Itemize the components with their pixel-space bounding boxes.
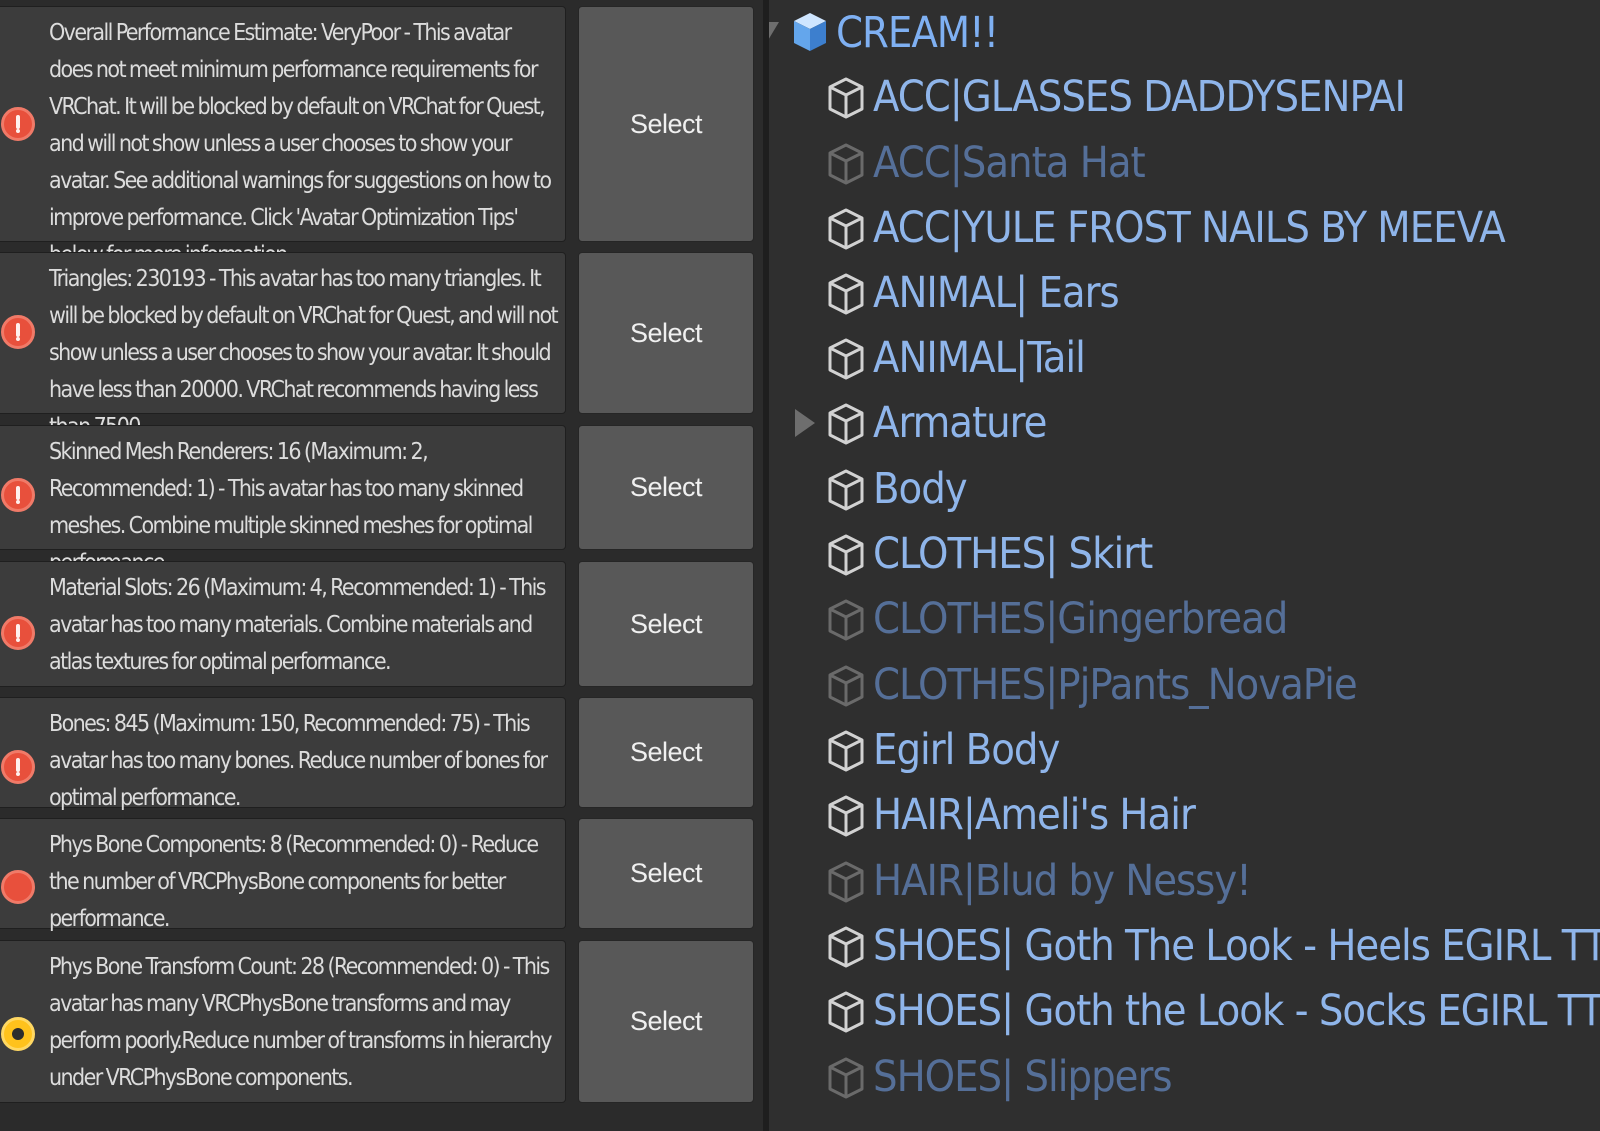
hierarchy-item[interactable]: ACC|Santa Hat [769,132,1600,196]
hierarchy-item[interactable]: HAIR|Ameli's Hair [769,784,1600,848]
validation-row: Material Slots: 26 (Maximum: 4, Recommen… [0,561,766,687]
hierarchy-item-label: ANIMAL|Tail [873,333,1086,383]
validation-text: Phys Bone Components: 8 (Recommended: 0)… [49,832,539,932]
gameobject-cube-icon [828,599,864,641]
hierarchy-item[interactable]: SHOES| Goth the Look - Socks EGIRL TTW [769,980,1600,1044]
hierarchy-item[interactable]: ACC|GLASSES DADDYSENPAI [769,66,1600,130]
select-button[interactable]: Select [578,252,754,414]
select-button[interactable]: Select [578,6,754,242]
hierarchy-item-label: ACC|GLASSES DADDYSENPAI [873,72,1406,122]
validation-message-box: Phys Bone Components: 8 (Recommended: 0)… [0,818,566,932]
hierarchy-panel: CREAM!! ACC|GLASSES DADDYSENPAI ACC|Santa … [769,0,1600,1131]
validation-message-box: Triangles: 230193 - This avatar has too … [0,252,566,440]
validation-text: Overall Performance Estimate: VeryPoor -… [49,20,552,268]
validation-message-box: Overall Performance Estimate: VeryPoor -… [0,6,566,268]
gameobject-cube-icon [828,861,864,903]
hierarchy-item-label: Body [873,464,968,514]
hierarchy-item-label: CLOTHES|Gingerbread [873,594,1288,644]
validation-message-box: Material Slots: 26 (Maximum: 4, Recommen… [0,561,566,687]
hierarchy-item-label: SHOES| Slippers [873,1052,1172,1102]
gameobject-cube-icon [828,403,864,445]
prefab-cube-icon [794,13,826,51]
hierarchy-item[interactable]: CLOTHES|Gingerbread [769,588,1600,652]
hierarchy-item-label: Armature [873,398,1047,448]
validation-row: Bones: 845 (Maximum: 150, Recommended: 7… [0,697,766,811]
hierarchy-item-label: ACC|YULE FROST NAILS BY MEEVA [873,203,1506,253]
gameobject-cube-icon [828,665,864,707]
validation-row: Overall Performance Estimate: VeryPoor -… [0,6,766,268]
gameobject-cube-icon [828,77,864,119]
hierarchy-item[interactable]: ANIMAL| Ears [769,262,1600,326]
error-icon [1,315,35,349]
validation-row: Skinned Mesh Renderers: 16 (Maximum: 2, … [0,425,766,576]
hierarchy-item-label: SHOES| Goth the Look - Socks EGIRL TTW [873,986,1600,1036]
hierarchy-item[interactable]: HAIR|Blud by Nessy! [769,850,1600,914]
hierarchy-item[interactable]: Egirl Body [769,719,1600,783]
select-button[interactable]: Select [578,561,754,687]
hierarchy-item-label: CLOTHES|PjPants_NovaPie [873,660,1358,710]
foldout-collapsed-icon[interactable] [795,409,815,437]
select-button[interactable]: Select [578,818,754,929]
hierarchy-item-label: Egirl Body [873,725,1060,775]
select-button[interactable]: Select [578,940,754,1103]
gameobject-cube-icon [828,469,864,511]
hierarchy-item[interactable]: CLOTHES|PjPants_NovaPie [769,654,1600,718]
hierarchy-item-label: CLOTHES| Skirt [873,529,1153,579]
gameobject-cube-icon [828,991,864,1033]
gameobject-cube-icon [828,795,864,837]
hierarchy-item[interactable]: SHOES| Goth The Look - Heels EGIRL TTW [769,915,1600,979]
gameobject-cube-icon [828,534,864,576]
error-icon [1,870,35,904]
hierarchy-item-label: ANIMAL| Ears [873,268,1120,318]
gameobject-cube-icon [828,730,864,772]
validation-message-box: Skinned Mesh Renderers: 16 (Maximum: 2, … [0,425,566,576]
error-icon [1,478,35,512]
hierarchy-item[interactable]: Armature [769,392,1600,456]
validation-text: Phys Bone Transform Count: 28 (Recommend… [49,954,553,1091]
hierarchy-item-label: HAIR|Blud by Nessy! [873,856,1252,906]
validation-panel: Overall Performance Estimate: VeryPoor -… [0,0,766,1131]
warning-icon [1,1017,35,1051]
hierarchy-item[interactable]: SHOES| Slippers [769,1046,1600,1110]
hierarchy-item[interactable]: CLOTHES| Skirt [769,523,1600,587]
error-icon [1,107,35,141]
gameobject-cube-icon [828,273,864,315]
error-icon [1,750,35,784]
select-button[interactable]: Select [578,425,754,550]
foldout-expanded-icon[interactable] [769,22,779,42]
validation-text: Skinned Mesh Renderers: 16 (Maximum: 2, … [49,439,533,576]
validation-text: Material Slots: 26 (Maximum: 4, Recommen… [49,575,547,675]
gameobject-cube-icon [828,1057,864,1099]
validation-row: Triangles: 230193 - This avatar has too … [0,252,766,440]
validation-row: Phys Bone Transform Count: 28 (Recommend… [0,940,766,1103]
validation-text: Triangles: 230193 - This avatar has too … [49,266,559,440]
hierarchy-item-label: ACC|Santa Hat [873,138,1146,188]
gameobject-cube-icon [828,208,864,250]
validation-text: Bones: 845 (Maximum: 150, Recommended: 7… [49,711,548,811]
hierarchy-item[interactable]: ANIMAL|Tail [769,327,1600,391]
hierarchy-item-label: HAIR|Ameli's Hair [873,790,1196,840]
validation-message-box: Bones: 845 (Maximum: 150, Recommended: 7… [0,697,566,811]
hierarchy-item-label: SHOES| Goth The Look - Heels EGIRL TTW [873,921,1600,971]
hierarchy-root-label: CREAM!! [836,8,999,58]
hierarchy-item[interactable]: Body [769,458,1600,522]
gameobject-cube-icon [828,143,864,185]
hierarchy-root-row[interactable]: CREAM!! [769,2,1600,66]
error-icon [1,616,35,650]
validation-row: Phys Bone Components: 8 (Recommended: 0)… [0,818,766,932]
validation-message-box: Phys Bone Transform Count: 28 (Recommend… [0,940,566,1103]
hierarchy-item[interactable]: ACC|YULE FROST NAILS BY MEEVA [769,197,1600,261]
gameobject-cube-icon [828,338,864,380]
gameobject-cube-icon [828,926,864,968]
select-button[interactable]: Select [578,697,754,808]
